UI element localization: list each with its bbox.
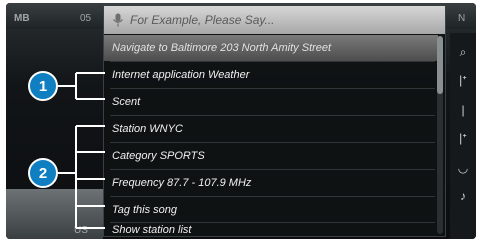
- callout-lines: [58, 72, 105, 229]
- callout-2: 2: [28, 158, 58, 188]
- screen: MB 05 N US °C ⌕ |ᐩ | |ᐩ ◡ ♪ For Example,…: [6, 3, 476, 239]
- callout-1: 1: [28, 71, 58, 101]
